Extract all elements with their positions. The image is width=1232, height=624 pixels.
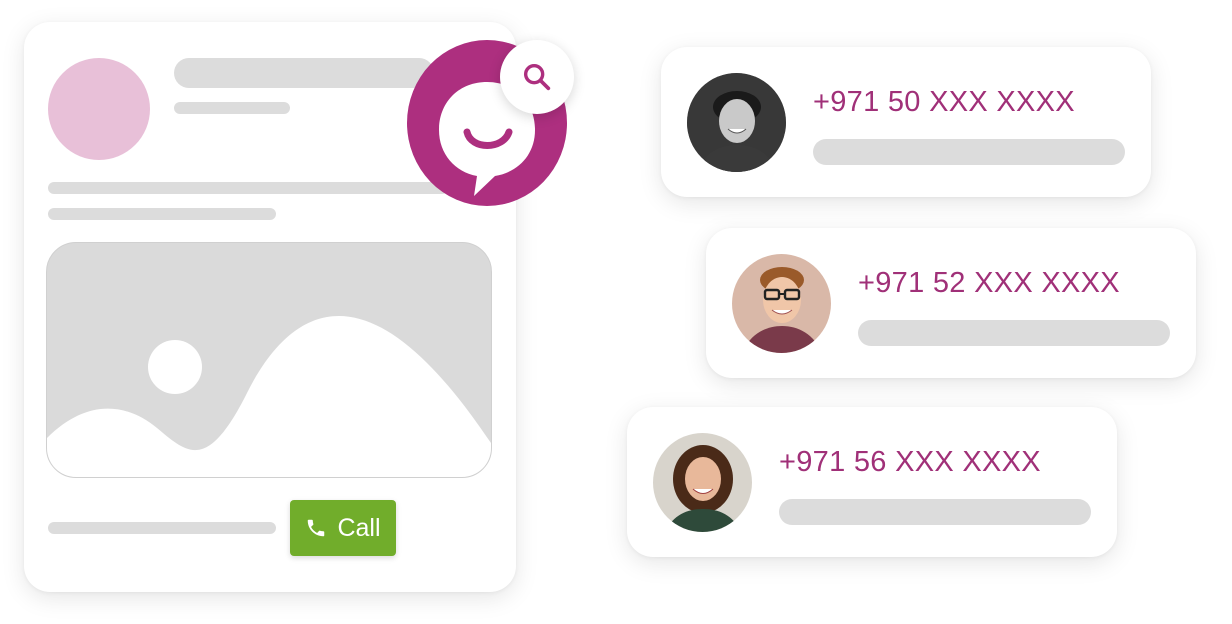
contact-detail-placeholder (779, 499, 1091, 525)
call-button[interactable]: Call (290, 500, 396, 556)
search-button[interactable] (500, 40, 574, 114)
phone-icon (308, 519, 325, 537)
listing-text-line-2 (48, 208, 276, 220)
image-placeholder-icon (46, 242, 492, 478)
call-button-label: Call (337, 513, 381, 542)
listing-title-placeholder (174, 58, 434, 88)
contact-card[interactable]: +971 50 XXX XXXX (661, 47, 1151, 197)
contact-phone: +971 52 XXX XXXX (858, 267, 1120, 299)
listing-text-line-1 (48, 182, 448, 194)
listing-subtitle-placeholder (174, 102, 290, 114)
image-placeholder-graphic (47, 315, 491, 477)
contact-card[interactable]: +971 52 XXX XXXX (706, 228, 1196, 378)
person-3-photo (653, 433, 752, 532)
contact-phone: +971 56 XXX XXXX (779, 446, 1041, 478)
listing-footer-placeholder (48, 522, 276, 534)
search-icon (523, 63, 551, 91)
contact-phone: +971 50 XXX XXXX (813, 86, 1075, 118)
person-2-photo (732, 254, 831, 353)
contact-card[interactable]: +971 56 XXX XXXX (627, 407, 1117, 557)
person-1-photo (687, 73, 786, 172)
contact-detail-placeholder (858, 320, 1170, 346)
listing-avatar (48, 58, 150, 160)
contact-detail-placeholder (813, 139, 1125, 165)
